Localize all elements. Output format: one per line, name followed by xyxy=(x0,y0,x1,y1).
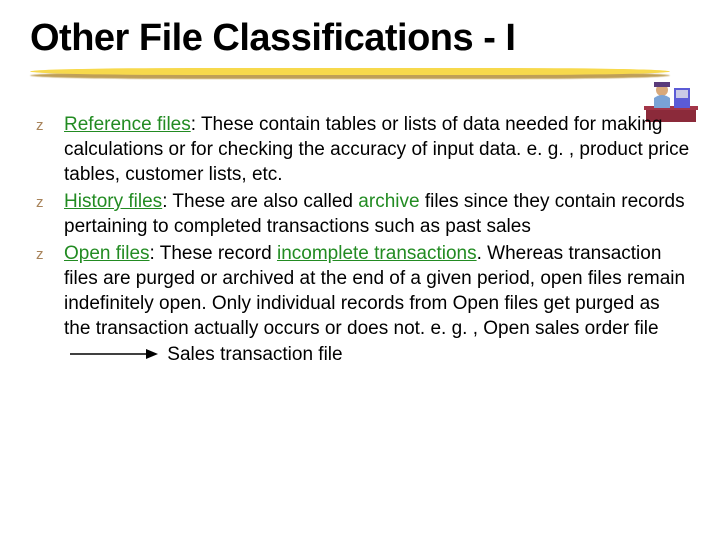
list-item: z Open files: These record incomplete tr… xyxy=(30,241,690,366)
arrow-right-icon xyxy=(68,347,158,361)
page-title: Other File Classifications - I xyxy=(30,18,690,60)
text: : These record xyxy=(150,243,277,264)
slide-body: z Reference files: These contain tables … xyxy=(30,112,690,367)
term-reference-files: Reference files xyxy=(64,114,191,135)
slide: Other File Classifications - I z Referen… xyxy=(0,0,720,540)
bullet-icon: z xyxy=(36,193,44,213)
keyword-archive: archive xyxy=(358,191,419,212)
list-item: z History files: These are also called a… xyxy=(30,189,690,239)
term-open-files: Open files xyxy=(64,243,150,264)
title-underline xyxy=(30,68,690,82)
list-item: z Reference files: These contain tables … xyxy=(30,112,690,187)
term-history-files: History files xyxy=(64,191,162,212)
bullet-icon: z xyxy=(36,245,44,265)
bullet-icon: z xyxy=(36,116,44,136)
text: : These are also called xyxy=(162,191,358,212)
keyword-incomplete-transactions: incomplete transactions xyxy=(277,243,477,264)
text: Sales transaction file xyxy=(167,344,342,365)
